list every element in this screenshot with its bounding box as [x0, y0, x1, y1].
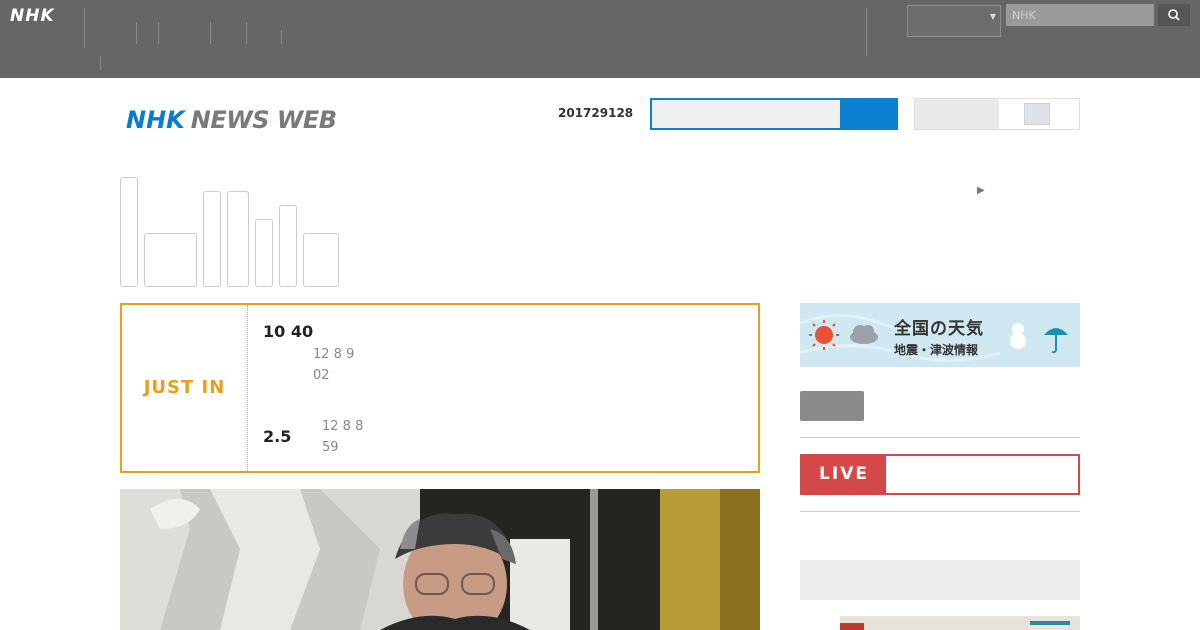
photo-illustration: [120, 489, 760, 630]
text-size-button[interactable]: [1024, 103, 1050, 125]
site-search-input[interactable]: [650, 98, 842, 130]
nav-divider: [100, 56, 101, 70]
category-tab-4[interactable]: [227, 191, 249, 287]
category-tab-1[interactable]: [120, 177, 138, 287]
just-in-item-2-title-2[interactable]: 2.5: [263, 427, 291, 446]
chevron-down-icon: ▼: [989, 12, 996, 21]
weather-banner[interactable]: 全国の天気 地震・津波情報: [800, 303, 1080, 367]
current-date: 201729128: [558, 106, 634, 120]
nav-divider: [158, 22, 159, 44]
nhk-logo[interactable]: NHK: [10, 6, 55, 26]
side-section-heading: [800, 560, 1080, 600]
global-search-input[interactable]: [1006, 4, 1154, 26]
category-tab-2[interactable]: [144, 233, 197, 287]
just-in-item-2-time: 12 8 8 59: [322, 419, 364, 455]
weather-subtitle: 地震・津波情報: [894, 343, 979, 357]
side-thumbnail[interactable]: [840, 616, 1080, 630]
category-tab-3[interactable]: [203, 191, 221, 287]
live-banner[interactable]: LIVE: [800, 454, 1080, 495]
logo-newsweb-text: NEWS WEB: [190, 106, 337, 134]
divider: [800, 437, 1080, 438]
nhk-news-web-logo[interactable]: NHK NEWS WEB: [126, 106, 337, 136]
weather-title: 全国の天気: [894, 319, 984, 339]
just-in-item-1-title[interactable]: 10 40: [263, 322, 313, 341]
thumbnail-image: [840, 617, 1080, 630]
category-tab-5[interactable]: [255, 219, 273, 287]
triangle-right-icon: ▶: [977, 185, 985, 196]
category-tab-6[interactable]: [279, 205, 297, 287]
category-tab-7[interactable]: [303, 233, 339, 287]
live-badge: LIVE: [802, 456, 886, 493]
text-size-control: [914, 98, 1080, 130]
top-story-photo[interactable]: [120, 489, 760, 630]
text-size-label: [915, 99, 999, 129]
just-in-item-1-time: 12 8 9 02: [313, 347, 355, 383]
nav-divider: [866, 8, 867, 56]
nav-divider: [246, 22, 247, 44]
search-icon: [1168, 9, 1180, 21]
logo-nhk-text: NHK: [126, 106, 185, 134]
top-link[interactable]: ▶: [977, 181, 990, 197]
divider: [800, 511, 1080, 512]
nav-divider: [281, 30, 282, 44]
thumbnail-placeholder: [800, 391, 864, 421]
region-select[interactable]: ▼: [907, 5, 1001, 37]
nav-divider: [136, 22, 137, 44]
just-in-panel: JUST IN 10 40 12 8 9 02 2.5 12 8 8 59: [120, 303, 760, 473]
global-search-button[interactable]: [1158, 4, 1190, 26]
just-in-label: JUST IN: [122, 305, 248, 471]
site-search-button[interactable]: [842, 98, 898, 130]
global-nav-bar: NHK ▼: [0, 0, 1200, 78]
nav-divider: [210, 22, 211, 44]
nav-divider: [84, 8, 85, 48]
